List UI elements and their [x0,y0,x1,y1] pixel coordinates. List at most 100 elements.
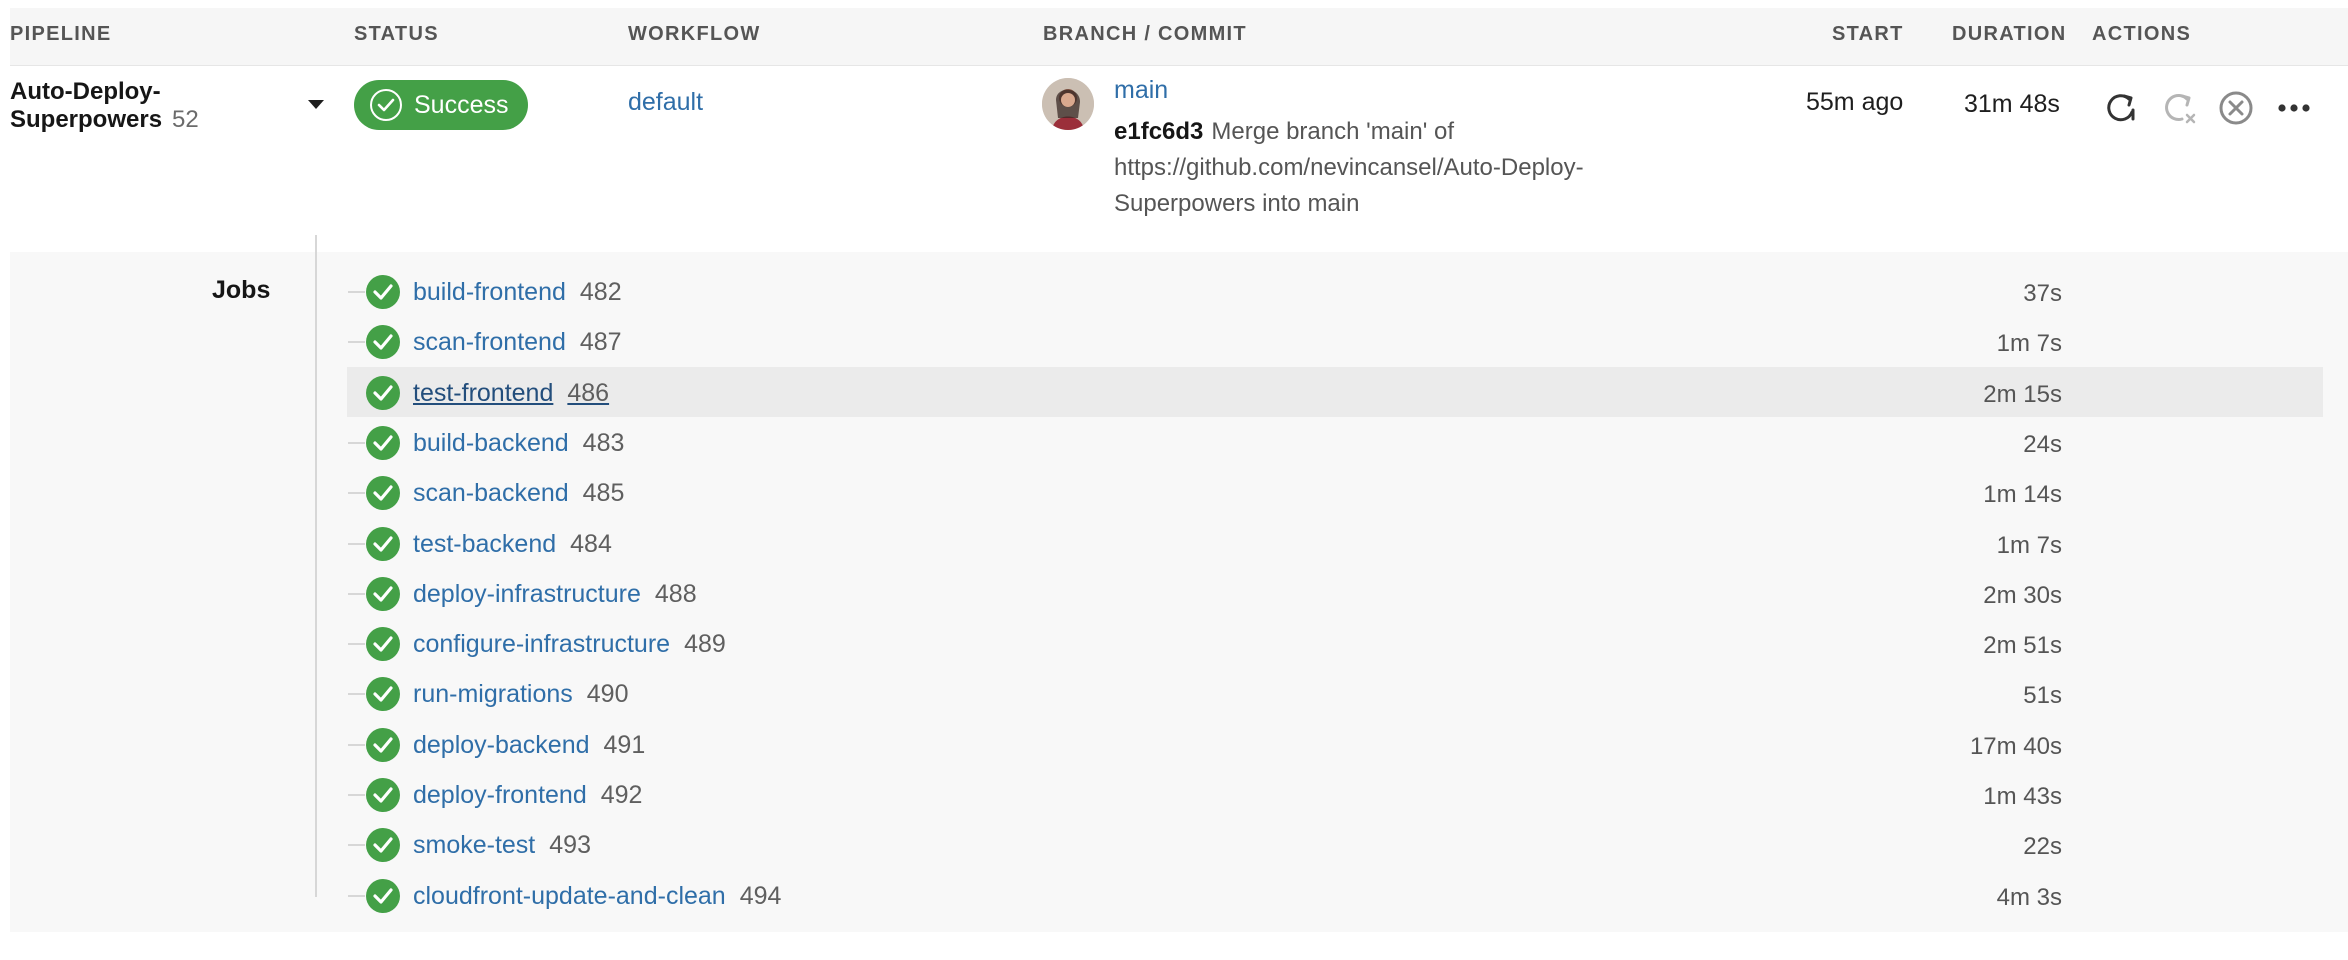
table-header: PIPELINE STATUS WORKFLOW BRANCH / COMMIT… [10,8,2348,66]
job-duration: 1m 43s [1983,783,2062,810]
commit-sha[interactable]: e1fc6d3 [1114,118,1203,145]
job-row[interactable]: scan-backend 485 1m 14s [347,467,2323,517]
job-number: 492 [600,781,643,809]
start-column-header: START [1832,23,1904,45]
job-name[interactable]: build-frontend [413,278,566,306]
expand-caret-icon[interactable] [308,100,324,109]
job-name-link[interactable]: test-backend 484 [413,530,612,559]
commit-info: e1fc6d3 Merge branch 'main' of https://gi… [1114,114,1674,222]
job-duration: 51s [2023,682,2062,709]
job-name[interactable]: deploy-frontend [413,781,587,809]
job-row[interactable]: run-migrations 490 51s [347,668,2323,718]
job-duration: 24s [2023,431,2062,458]
job-name[interactable]: test-backend [413,530,556,558]
rerun-failed-button[interactable] [2160,88,2200,128]
pipeline-name-text: Auto-Deploy-Superpowers [10,78,163,133]
job-duration: 2m 15s [1983,381,2062,408]
job-row[interactable]: deploy-infrastructure 488 2m 30s [347,568,2323,618]
job-duration: 2m 30s [1983,582,2062,609]
success-check-icon [366,325,400,359]
job-name[interactable]: build-backend [413,429,569,457]
job-row[interactable]: configure-infrastructure 489 2m 51s [347,618,2323,668]
job-name[interactable]: deploy-infrastructure [413,580,641,608]
job-name[interactable]: deploy-backend [413,731,590,759]
job-number: 490 [586,680,629,708]
job-duration: 37s [2023,280,2062,307]
job-duration: 1m 7s [1996,330,2062,357]
jobs-tree-line [315,235,317,897]
job-duration: 4m 3s [1996,884,2062,911]
job-row[interactable]: test-backend 484 1m 7s [347,518,2323,568]
job-name[interactable]: test-frontend [413,379,553,407]
workflow-column-header: WORKFLOW [628,23,761,45]
job-name-link[interactable]: build-frontend 482 [413,278,622,307]
job-number: 487 [579,328,622,356]
actions-column-header: ACTIONS [2092,23,2192,45]
job-row[interactable]: build-frontend 482 37s [347,266,2323,316]
job-name[interactable]: smoke-test [413,831,535,859]
job-duration: 2m 51s [1983,632,2062,659]
success-check-icon [366,376,400,410]
job-row[interactable]: smoke-test 493 22s [347,819,2323,869]
job-name-link[interactable]: scan-frontend 487 [413,328,622,357]
job-number: 486 [567,379,610,407]
job-row[interactable]: scan-frontend 487 1m 7s [347,316,2323,366]
job-name[interactable]: scan-frontend [413,328,566,356]
job-name[interactable]: configure-infrastructure [413,630,670,658]
cancel-button[interactable] [2216,88,2256,128]
pipeline-start: 55m ago [1806,88,1904,116]
job-row[interactable]: build-backend 483 24s [347,417,2323,467]
branch-link[interactable]: main [1114,76,1168,105]
job-number: 484 [570,530,612,558]
job-name-link[interactable]: deploy-frontend 492 [413,781,642,810]
job-number: 483 [582,429,625,457]
success-check-icon [366,627,400,661]
job-number: 494 [739,882,782,910]
pipeline-duration: 31m 48s [1964,90,2060,118]
job-row[interactable]: deploy-frontend 492 1m 43s [347,769,2323,819]
job-name-link[interactable]: test-frontend 486 [413,379,609,408]
more-options-button[interactable] [2274,88,2314,128]
status-column-header: STATUS [354,23,439,45]
duration-column-header: DURATION [1952,23,2067,45]
success-check-icon [366,778,400,812]
job-name-link[interactable]: cloudfront-update-and-clean 494 [413,882,781,911]
job-name-link[interactable]: configure-infrastructure 489 [413,630,726,659]
job-number: 491 [603,731,646,759]
success-check-icon [366,527,400,561]
job-name[interactable]: scan-backend [413,479,569,507]
success-check-icon [366,677,400,711]
success-check-icon [366,879,400,913]
job-name-link[interactable]: scan-backend 485 [413,479,624,508]
rerun-failed-icon [2165,94,2196,124]
job-name[interactable]: run-migrations [413,680,573,708]
success-check-icon [366,828,400,862]
workflow-link[interactable]: default [628,88,703,117]
job-name-link[interactable]: run-migrations 490 [413,680,629,709]
jobs-label: Jobs [212,276,271,304]
job-row[interactable]: cloudfront-update-and-clean 494 4m 3s [347,870,2323,920]
cancel-icon [2219,91,2253,125]
success-check-icon [366,275,400,309]
pipeline-number: 52 [172,106,199,133]
job-row[interactable]: test-frontend 486 2m 15s [347,367,2323,417]
success-check-icon [366,426,400,460]
job-name-link[interactable]: smoke-test 493 [413,831,591,860]
pipeline-column-header: PIPELINE [10,23,112,45]
rerun-icon [2107,94,2135,122]
job-name-link[interactable]: build-backend 483 [413,429,624,458]
job-number: 493 [549,831,591,859]
job-number: 489 [684,630,726,658]
job-name-link[interactable]: deploy-backend 491 [413,731,645,760]
job-row[interactable]: deploy-backend 491 17m 40s [347,719,2323,769]
job-name[interactable]: cloudfront-update-and-clean [413,882,726,910]
job-number: 488 [654,580,697,608]
rerun-button[interactable] [2102,88,2142,128]
branch-commit-column-header: BRANCH / COMMIT [1043,23,1247,45]
job-number: 485 [582,479,625,507]
more-options-icon [2278,104,2310,112]
success-check-icon [366,476,400,510]
status-badge[interactable]: Success [354,80,528,130]
job-name-link[interactable]: deploy-infrastructure 488 [413,580,697,609]
pipeline-name: Auto-Deploy-Superpowers 52 [10,78,200,134]
